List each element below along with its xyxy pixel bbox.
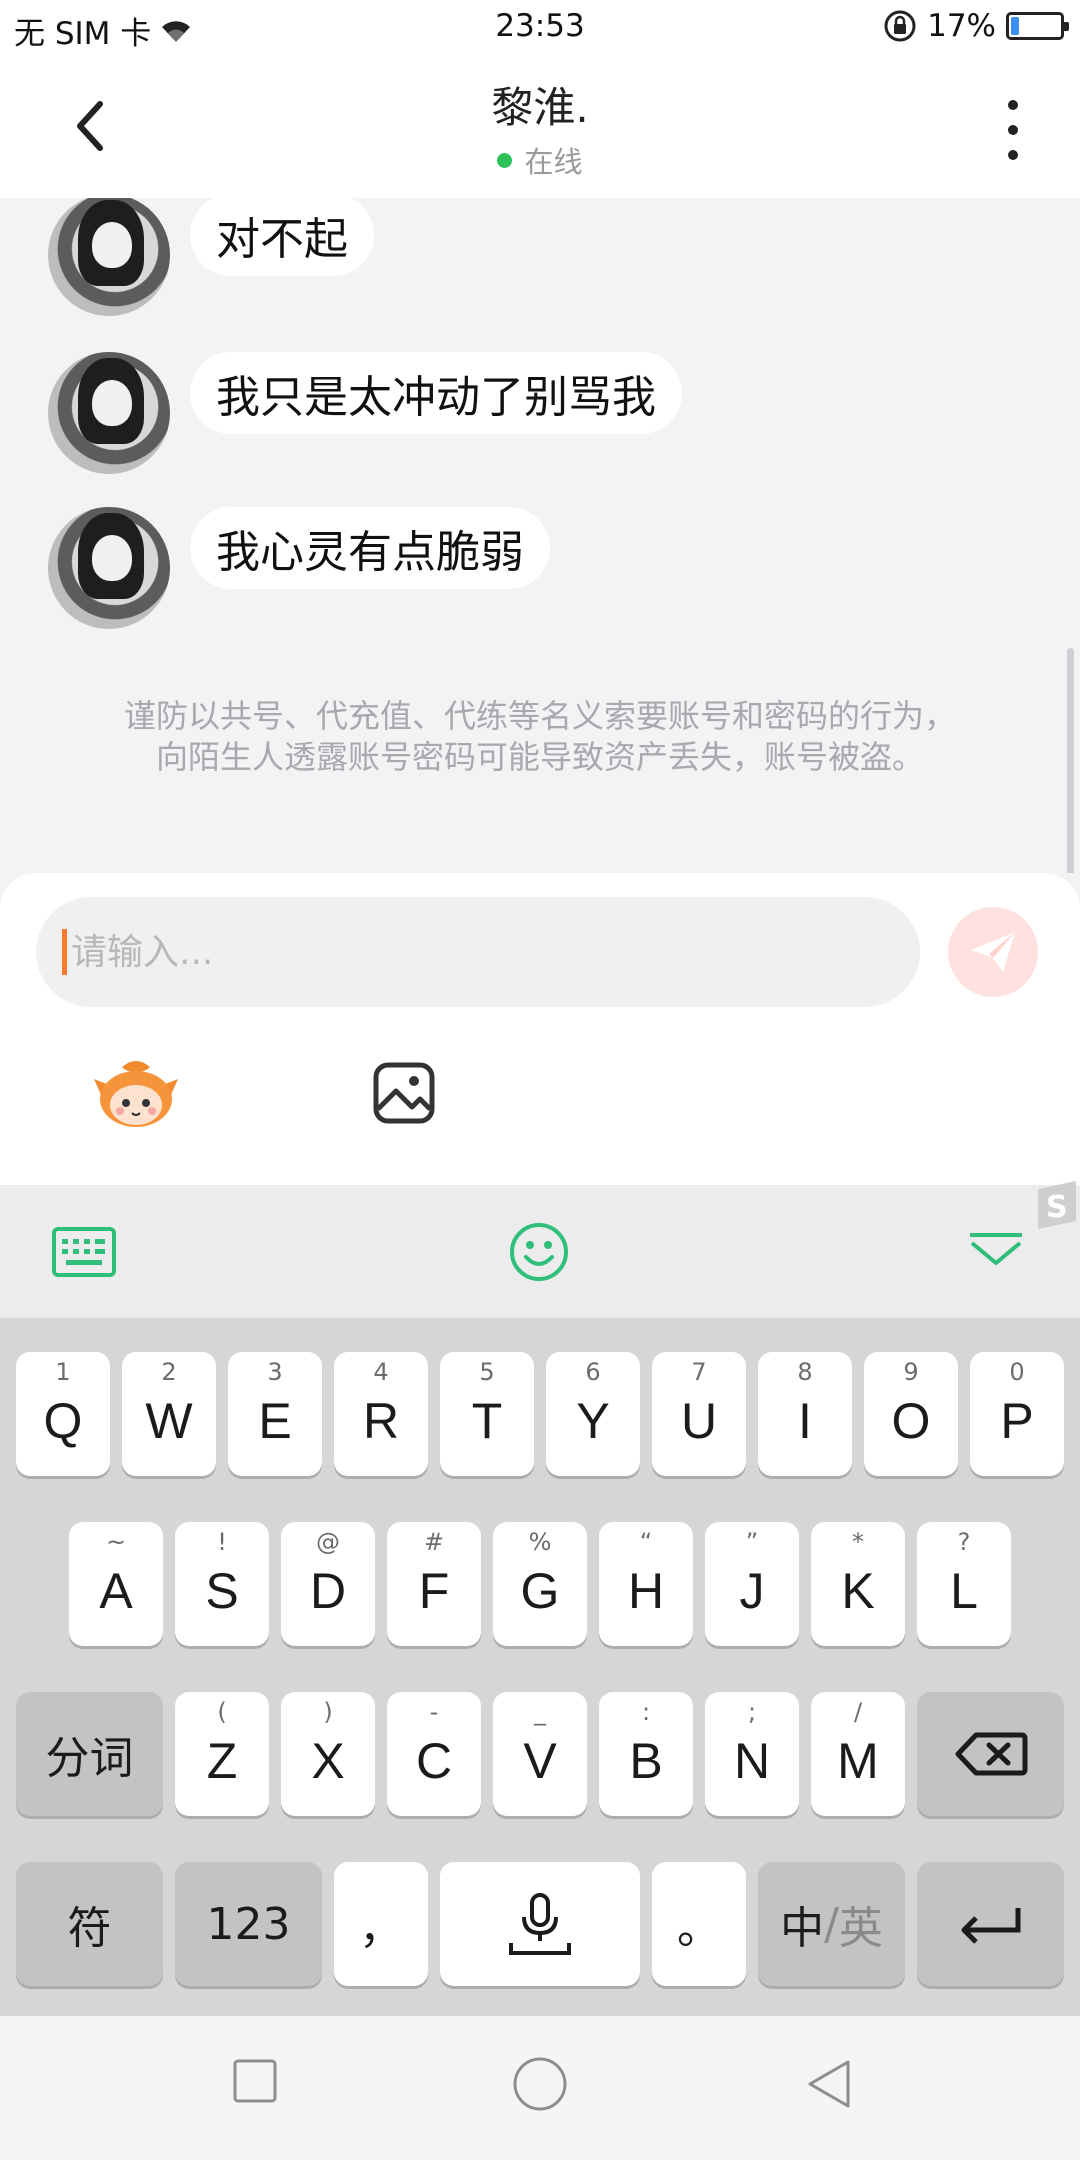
key-y[interactable]: 6Y	[546, 1352, 640, 1476]
message-bubble[interactable]: 我只是太冲动了别骂我	[190, 352, 682, 434]
key-o[interactable]: 9O	[864, 1352, 958, 1476]
more-dot-icon	[1008, 100, 1018, 110]
composer-panel	[0, 873, 1080, 1185]
avatar[interactable]	[48, 352, 170, 474]
chat-title: 黎淮.	[491, 83, 589, 132]
system-nav-bar	[0, 2016, 1080, 2160]
home-button[interactable]	[512, 2056, 568, 2116]
hide-keyboard-button[interactable]	[966, 1231, 1026, 1275]
key-j[interactable]: ” J	[705, 1522, 799, 1646]
symbol-key[interactable]: 符	[16, 1862, 163, 1986]
space-key[interactable]	[440, 1862, 640, 1986]
key-t[interactable]: 5T	[440, 1352, 534, 1476]
keyboard-switch-button[interactable]	[52, 1227, 116, 1281]
key-i[interactable]: 8I	[758, 1352, 852, 1476]
status-bar: 无 SIM 卡 23:53 17%	[0, 0, 1080, 56]
chat-header: 黎淮. 在线	[0, 56, 1080, 198]
smiley-icon	[510, 1223, 568, 1281]
circle-icon	[513, 2057, 567, 2111]
microphone-icon	[509, 1893, 571, 1955]
message-row: 我只是太冲动了别骂我	[48, 352, 682, 474]
key-r[interactable]: 4R	[334, 1352, 428, 1476]
avatar[interactable]	[48, 507, 170, 629]
key-w[interactable]: 2W	[122, 1352, 216, 1476]
key-n[interactable]: ; N	[705, 1692, 799, 1816]
message-input[interactable]	[71, 931, 871, 973]
enter-key[interactable]	[917, 1862, 1064, 1986]
enter-icon	[961, 1908, 1020, 1944]
square-icon	[233, 2059, 277, 2103]
numbers-key[interactable]: 123	[175, 1862, 322, 1986]
keyboard-logo-icon: S	[1032, 1179, 1080, 1235]
backspace-icon	[955, 1732, 1027, 1776]
chat-title-block: 黎淮. 在线	[0, 74, 1080, 181]
key-a[interactable]: ~ A	[69, 1522, 163, 1646]
status-right: 17%	[883, 8, 1069, 44]
avatar[interactable]	[48, 198, 170, 316]
keyboard: 1Q 2W 3E 4R 5T 6Y 7U 8I 9O 0P ~ A ! S @ D #…	[0, 1318, 1080, 2016]
key-v[interactable]: _ V	[493, 1692, 587, 1816]
key-g[interactable]: % G	[493, 1522, 587, 1646]
segment-key[interactable]: 分词	[16, 1692, 163, 1816]
comma-key[interactable]: ，	[334, 1862, 428, 1986]
message-row: 我心灵有点脆弱	[48, 507, 550, 629]
backspace-key[interactable]	[917, 1692, 1064, 1816]
more-dot-icon	[1008, 125, 1018, 135]
back-nav-button[interactable]	[804, 2058, 854, 2114]
language-switch-key[interactable]: 中 / 英	[758, 1862, 905, 1986]
svg-text:S: S	[1046, 1190, 1068, 1225]
message-bubble[interactable]: 对不起	[190, 198, 374, 276]
key-h[interactable]: “H	[599, 1522, 693, 1646]
online-status-text: 在线	[524, 145, 583, 179]
emoji-button[interactable]	[508, 1221, 570, 1287]
triangle-back-icon	[808, 2060, 850, 2108]
image-picker-button[interactable]	[372, 1061, 436, 1125]
text-caret	[62, 929, 67, 975]
online-status: 在线	[497, 139, 583, 181]
key-z[interactable]: (Z	[175, 1692, 269, 1816]
key-f[interactable]: # F	[387, 1522, 481, 1646]
battery-percent: 17%	[927, 8, 996, 44]
chevron-down-icon	[970, 1233, 1022, 1265]
key-k[interactable]: * K	[811, 1522, 905, 1646]
mascot-icon	[94, 1061, 178, 1127]
scrollbar[interactable]	[1067, 648, 1074, 873]
sticker-button[interactable]	[92, 1057, 180, 1129]
security-notice: 谨防以共号、代充值、代练等名义索要账号和密码的行为，向陌生人透露账号密码可能导致…	[123, 697, 956, 776]
key-b[interactable]: :B	[599, 1692, 693, 1816]
key-x[interactable]: ) X	[281, 1692, 375, 1816]
paper-plane-icon	[971, 932, 1015, 972]
key-c[interactable]: -C	[387, 1692, 481, 1816]
key-q[interactable]: 1Q	[16, 1352, 110, 1476]
more-dot-icon	[1008, 150, 1018, 160]
online-dot-icon	[497, 152, 513, 168]
battery-icon	[1006, 12, 1069, 40]
key-l[interactable]: ? L	[917, 1522, 1011, 1646]
battery-level-fill	[1011, 17, 1019, 35]
recent-apps-button[interactable]	[232, 2058, 278, 2108]
key-s[interactable]: ! S	[175, 1522, 269, 1646]
keyboard-icon	[52, 1227, 116, 1277]
key-u[interactable]: 7U	[652, 1352, 746, 1476]
key-m[interactable]: / M	[811, 1692, 905, 1816]
image-icon	[373, 1062, 435, 1124]
message-bubble[interactable]: 我心灵有点脆弱	[190, 507, 550, 589]
key-e[interactable]: 3E	[228, 1352, 322, 1476]
message-input-box[interactable]	[36, 897, 920, 1007]
period-key[interactable]: 。	[652, 1862, 746, 1986]
rotation-lock-icon	[884, 10, 916, 42]
send-button[interactable]	[948, 907, 1038, 997]
key-d[interactable]: @ D	[281, 1522, 375, 1646]
key-p[interactable]: 0P	[970, 1352, 1064, 1476]
message-list[interactable]: 对不起 我只是太冲动了别骂我 我心灵有点脆弱 谨防以共号、代充值、代练等名义索要…	[0, 198, 1080, 873]
message-row: 对不起	[48, 198, 374, 316]
keyboard-toolbar: S	[0, 1181, 1080, 1318]
more-options-button[interactable]	[998, 100, 1028, 160]
